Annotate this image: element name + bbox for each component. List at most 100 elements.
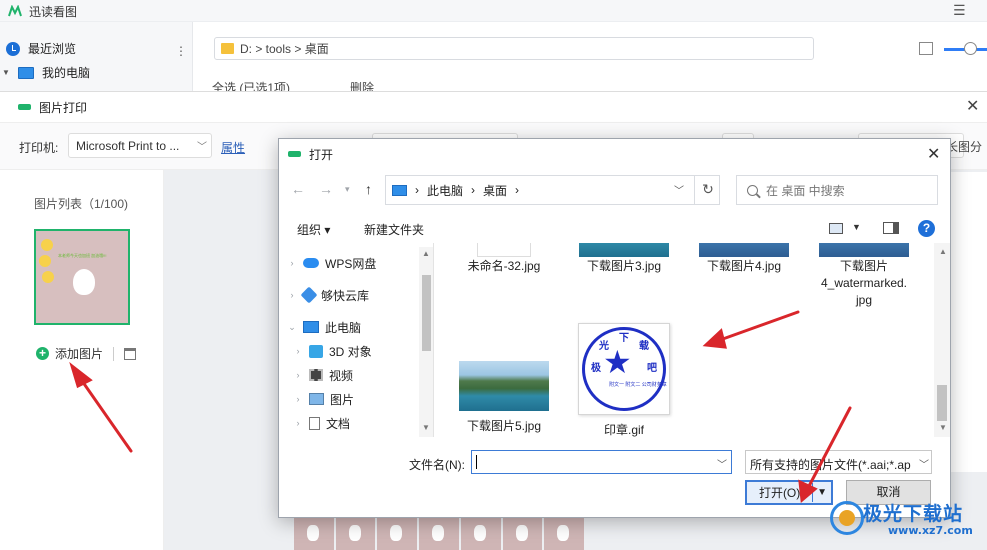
compare-view-icon[interactable] (919, 42, 933, 55)
nav-item-pictures[interactable]: › 图片 (293, 388, 355, 410)
expand-chevron-icon[interactable]: › (287, 290, 297, 300)
scroll-down-icon[interactable]: ▼ (939, 423, 947, 432)
stamp-char: 吧 (647, 363, 657, 374)
nav-item-this-pc[interactable]: ⌄ 此电脑 (287, 316, 361, 338)
hamburger-icon[interactable]: ☰ (953, 2, 966, 19)
breadcrumb-item[interactable]: 桌面 (483, 182, 507, 199)
recent-locations-icon[interactable]: ▾ (345, 184, 350, 195)
scroll-up-icon[interactable]: ▲ (939, 247, 947, 256)
scroll-up-icon[interactable]: ▲ (422, 249, 430, 258)
expand-chevron-icon[interactable]: › (293, 394, 303, 404)
nav-scrollbar-thumb[interactable] (422, 275, 431, 351)
sidebar-item-label: 最近浏览 (28, 42, 77, 56)
open-dialog-header: 打开 (279, 139, 950, 169)
printer-icon (288, 148, 301, 161)
organize-menu[interactable]: 组织 ▾ (297, 221, 330, 238)
image-list-title: 图片列表（1/100) (34, 197, 129, 211)
preview-page (419, 516, 459, 550)
forward-arrow-icon[interactable]: → (319, 181, 333, 197)
preview-page (294, 516, 334, 550)
search-placeholder: 在 桌面 中搜索 (766, 183, 845, 198)
nav-item-label: 够快云库 (321, 288, 370, 303)
address-bar[interactable]: › 此电脑 › 桌面 › ﹀ (385, 175, 720, 205)
nav-item-3d[interactable]: › 3D 对象 (293, 340, 372, 362)
sidebar-item-my-computer[interactable]: ▼ 我的电脑 (2, 64, 90, 81)
scroll-down-icon[interactable]: ▼ (422, 423, 430, 432)
duck-illustration (73, 269, 95, 295)
help-icon[interactable]: ? (918, 220, 935, 237)
video-icon (309, 369, 323, 381)
expand-chevron-icon[interactable]: › (293, 346, 303, 356)
file-type-select[interactable]: 所有支持的图片文件(*.aai;*.ap ﹀ (745, 450, 932, 474)
sidebar-item-recent[interactable]: 最近浏览 (6, 40, 76, 57)
expand-chevron-icon[interactable]: › (293, 370, 303, 380)
nav-item-label: WPS网盘 (325, 256, 377, 271)
file-item[interactable]: 下载图片5.jpg (449, 361, 559, 435)
printer-label: 打印机: (19, 141, 59, 155)
chevron-down-icon[interactable]: ﹀ (717, 456, 727, 471)
image-thumbnail[interactable]: 本老师今天也加班 加油哦!!! (34, 229, 130, 325)
stamp-char: 光 (599, 341, 609, 352)
more-icon[interactable]: ⋮ (175, 44, 187, 58)
path-bar[interactable]: D: > tools > 桌面 (214, 37, 814, 60)
nav-item-wps[interactable]: › WPS网盘 (287, 252, 377, 274)
file-item[interactable]: 下载图片3.jpg (569, 243, 679, 275)
computer-icon (18, 66, 34, 79)
image-thumbnail (699, 243, 789, 257)
add-image-button[interactable]: 添加图片 (55, 345, 103, 362)
file-scrollbar-thumb[interactable] (937, 385, 947, 421)
printer-select[interactable]: Microsoft Print to ... ﹀ (68, 133, 212, 158)
watermark-url: www.xz7.com (888, 524, 973, 537)
long-image-option[interactable]: 长图分 (946, 138, 982, 155)
image-thumbnail (579, 243, 669, 257)
documents-icon (309, 416, 320, 430)
breadcrumb-item[interactable]: 此电脑 (427, 182, 463, 199)
file-type-value: 所有支持的图片文件(*.aai;*.ap (750, 458, 911, 472)
navigation-pane: › WPS网盘 › 够快云库 ⌄ 此电脑 › 3D 对象 › 视频 › 图片 ›… (279, 243, 434, 437)
computer-icon (303, 321, 319, 333)
refresh-icon[interactable]: ↻ (694, 175, 721, 205)
file-name: 下载图片3.jpg (586, 259, 662, 273)
new-folder-button[interactable]: 新建文件夹 (364, 221, 424, 238)
image-file-icon (477, 243, 531, 257)
image-thumbnail (459, 361, 549, 411)
back-arrow-icon[interactable]: ← (291, 181, 305, 197)
properties-link[interactable]: 属性 (221, 139, 245, 156)
nav-item-gokuai[interactable]: › 够快云库 (287, 284, 369, 306)
trash-icon[interactable] (124, 347, 137, 360)
expand-chevron-icon[interactable]: › (287, 258, 297, 268)
view-mode-icon[interactable] (829, 223, 843, 234)
filename-input[interactable]: ﹀ (471, 450, 732, 474)
chevron-down-icon[interactable]: ▼ (852, 222, 861, 232)
nav-item-label: 此电脑 (325, 320, 362, 335)
nav-item-label: 视频 (329, 368, 354, 383)
3d-objects-icon (309, 344, 323, 358)
preview-page (544, 516, 585, 550)
open-button[interactable]: 打开(O) ▼ (745, 480, 833, 505)
nav-item-documents[interactable]: › 文档 (293, 412, 350, 434)
zoom-slider-handle[interactable] (964, 42, 977, 55)
expand-chevron-icon[interactable]: › (293, 418, 303, 428)
file-item[interactable]: 下载图片4.jpg (689, 243, 799, 275)
chevron-down-icon[interactable]: ﹀ (674, 182, 684, 197)
file-item[interactable]: 未命名-32.jpg (449, 243, 559, 275)
collapse-chevron-icon[interactable]: ⌄ (287, 322, 297, 333)
preview-pane-icon[interactable] (883, 222, 899, 234)
navigation-bar: ← → ▾ ↑ › 此电脑 › 桌面 › ﹀ ↻ 在 桌面 中搜索 (279, 173, 950, 207)
search-input[interactable]: 在 桌面 中搜索 (736, 175, 938, 205)
close-icon[interactable]: ✕ (927, 144, 940, 164)
add-circle-icon[interactable]: + (36, 347, 49, 360)
close-icon[interactable]: ✕ (966, 96, 979, 116)
file-name-line: jpg (855, 293, 872, 307)
image-thumbnail (819, 243, 909, 257)
up-arrow-icon[interactable]: ↑ (365, 181, 372, 197)
folder-icon (221, 43, 234, 54)
filename-label: 文件名(N): (409, 458, 465, 472)
site-watermark: 极光下载站 www.xz7.com (828, 497, 983, 541)
nav-item-video[interactable]: › 视频 (293, 364, 354, 386)
print-dialog-header: 图片打印 (0, 92, 987, 122)
file-item[interactable]: 下载图片 4_watermarked. jpg (809, 243, 919, 309)
open-dialog-title: 打开 (309, 147, 334, 162)
watermark-name: 极光下载站 (863, 503, 964, 525)
file-item[interactable]: ★ 下 载 吧 光 极 附文一 附文二 公司财务章 印章.gif (569, 323, 679, 437)
